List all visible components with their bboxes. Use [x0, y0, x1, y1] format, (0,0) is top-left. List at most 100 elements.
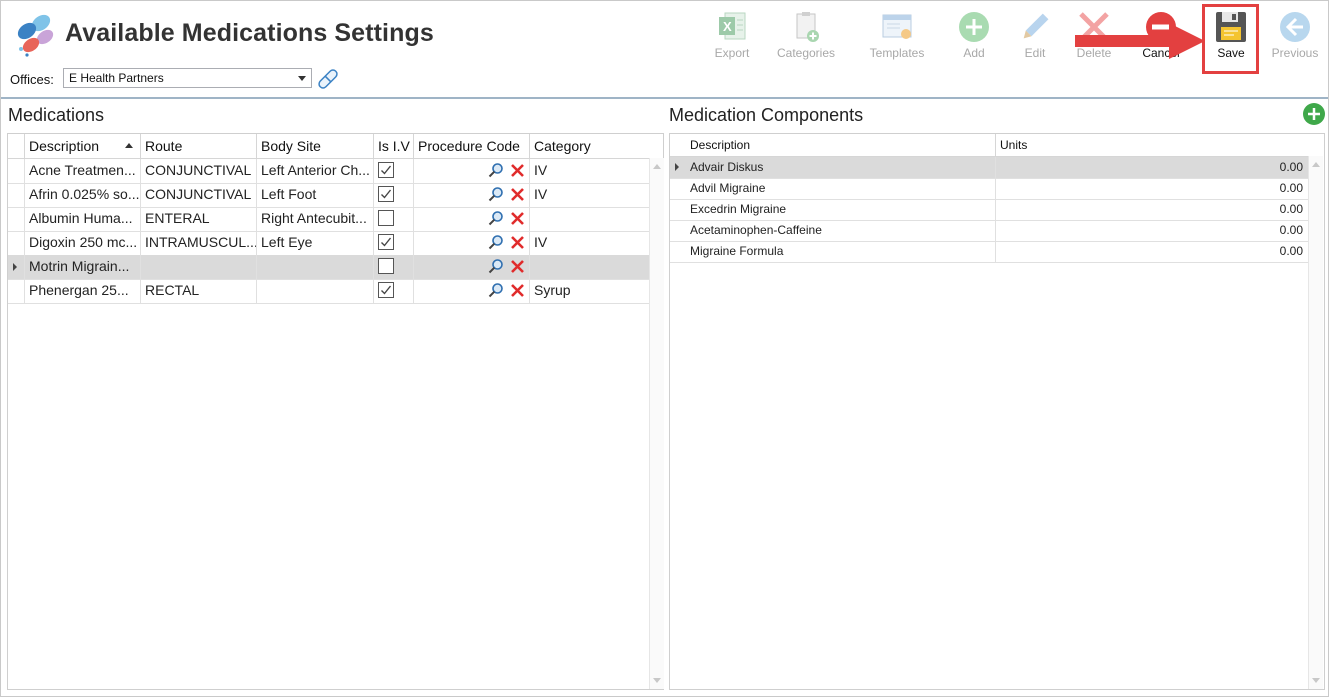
cell-units[interactable]: 0.00 — [996, 157, 1308, 178]
row-indicator — [8, 279, 25, 303]
cell-category[interactable]: IV — [530, 183, 649, 207]
cell-body-site[interactable] — [257, 255, 374, 279]
remove-x-icon[interactable] — [510, 163, 525, 178]
column-header-category[interactable]: Category — [530, 134, 649, 158]
cell-body-site[interactable]: Left Eye — [257, 231, 374, 255]
scroll-up-icon[interactable] — [653, 164, 661, 169]
cell-component-description[interactable]: Advair Diskus — [686, 157, 996, 178]
column-header-is-iv[interactable]: Is I.V — [374, 134, 414, 158]
cell-is-iv — [374, 279, 414, 303]
cell-body-site[interactable]: Right Antecubit... — [257, 207, 374, 231]
cell-body-site[interactable]: Left Foot — [257, 183, 374, 207]
save-highlight — [1202, 4, 1259, 74]
cell-units[interactable]: 0.00 — [996, 199, 1308, 220]
remove-x-icon[interactable] — [510, 283, 525, 298]
cell-description[interactable]: Phenergan 25... — [25, 279, 141, 303]
cell-units[interactable]: 0.00 — [996, 220, 1308, 241]
medications-scrollbar[interactable] — [649, 158, 664, 689]
sort-ascending-icon — [125, 143, 133, 148]
procedure-search-icon[interactable] — [488, 210, 504, 226]
current-row-icon — [13, 263, 17, 271]
cell-description[interactable]: Digoxin 250 mc... — [25, 231, 141, 255]
cell-component-description[interactable]: Excedrin Migraine — [686, 199, 996, 220]
table-row[interactable]: Albumin Huma... ENTERAL Right Antecubit... — [8, 207, 649, 232]
is-iv-checkbox[interactable] — [378, 282, 394, 298]
templates-button[interactable]: Templates — [865, 7, 929, 69]
column-header-procedure-code[interactable]: Procedure Code — [414, 134, 530, 158]
cell-category[interactable] — [530, 207, 649, 231]
is-iv-checkbox[interactable] — [378, 234, 394, 250]
list-item[interactable]: Advair Diskus 0.00 — [670, 157, 1308, 179]
cell-component-description[interactable]: Acetaminophen-Caffeine — [686, 220, 996, 241]
table-row[interactable]: Phenergan 25... RECTAL Syrup — [8, 279, 649, 304]
export-button[interactable]: X Export — [700, 7, 764, 69]
cell-is-iv — [374, 231, 414, 255]
is-iv-checkbox[interactable] — [378, 186, 394, 202]
list-item[interactable]: Advil Migraine 0.00 — [670, 178, 1308, 200]
cell-route[interactable]: ENTERAL — [141, 207, 257, 231]
remove-x-icon[interactable] — [510, 259, 525, 274]
components-title: Medication Components — [669, 105, 864, 125]
cell-route[interactable]: CONJUNCTIVAL — [141, 159, 257, 183]
previous-label: Previous — [1271, 46, 1319, 60]
edit-button[interactable]: Edit — [1003, 7, 1067, 69]
add-label: Add — [963, 46, 985, 60]
cell-description[interactable]: Acne Treatmen... — [25, 159, 141, 183]
cell-description[interactable]: Motrin Migrain... — [25, 255, 141, 279]
table-row[interactable]: Digoxin 250 mc... INTRAMUSCUL... Left Eye I… — [8, 231, 649, 256]
procedure-search-icon[interactable] — [488, 258, 504, 274]
scroll-down-icon[interactable] — [1312, 678, 1320, 683]
column-header-units[interactable]: Units — [996, 134, 1308, 156]
column-header-component-description[interactable]: Description — [670, 134, 996, 156]
is-iv-checkbox[interactable] — [378, 162, 394, 178]
remove-x-icon[interactable] — [510, 187, 525, 202]
components-scrollbar[interactable] — [1308, 156, 1323, 689]
components-header: Description Units — [670, 134, 1308, 157]
checkmark-icon — [381, 237, 392, 247]
cell-category[interactable]: IV — [530, 231, 649, 255]
cell-route[interactable]: CONJUNCTIVAL — [141, 183, 257, 207]
cell-category[interactable]: IV — [530, 159, 649, 183]
procedure-search-icon[interactable] — [488, 234, 504, 250]
remove-x-icon[interactable] — [510, 235, 525, 250]
cell-category[interactable] — [530, 255, 649, 279]
cell-route[interactable]: RECTAL — [141, 279, 257, 303]
table-row[interactable]: Acne Treatmen... CONJUNCTIVAL Left Anterio… — [8, 159, 649, 184]
add-component-icon[interactable] — [1302, 102, 1326, 126]
categories-button[interactable]: Categories — [774, 7, 838, 69]
procedure-search-icon[interactable] — [488, 186, 504, 202]
cell-component-description[interactable]: Migraine Formula — [686, 241, 996, 262]
add-button[interactable]: Add — [942, 7, 1006, 69]
table-row[interactable]: Motrin Migrain... — [8, 255, 649, 280]
checkmark-icon — [381, 189, 392, 199]
previous-button[interactable]: Previous — [1263, 7, 1327, 69]
cell-units[interactable]: 0.00 — [996, 178, 1308, 199]
column-header-description[interactable]: Description — [25, 134, 141, 158]
cell-body-site[interactable] — [257, 279, 374, 303]
chevron-down-icon[interactable] — [298, 76, 306, 81]
cell-category[interactable]: Syrup — [530, 279, 649, 303]
remove-x-icon[interactable] — [510, 211, 525, 226]
is-iv-checkbox[interactable] — [378, 210, 394, 226]
edit-office-icon[interactable] — [314, 65, 342, 93]
add-icon — [959, 12, 989, 42]
cell-body-site[interactable]: Left Anterior Ch... — [257, 159, 374, 183]
table-row[interactable]: Afrin 0.025% so... CONJUNCTIVAL Left Foot I… — [8, 183, 649, 208]
list-item[interactable]: Migraine Formula 0.00 — [670, 241, 1308, 263]
list-item[interactable]: Acetaminophen-Caffeine 0.00 — [670, 220, 1308, 242]
procedure-search-icon[interactable] — [488, 162, 504, 178]
scroll-down-icon[interactable] — [653, 678, 661, 683]
procedure-search-icon[interactable] — [488, 282, 504, 298]
cell-units[interactable]: 0.00 — [996, 241, 1308, 262]
offices-dropdown[interactable]: E Health Partners — [63, 68, 312, 88]
cell-description[interactable]: Afrin 0.025% so... — [25, 183, 141, 207]
column-header-route[interactable]: Route — [141, 134, 257, 158]
scroll-up-icon[interactable] — [1312, 162, 1320, 167]
cell-component-description[interactable]: Advil Migraine — [686, 178, 996, 199]
cell-description[interactable]: Albumin Huma... — [25, 207, 141, 231]
list-item[interactable]: Excedrin Migraine 0.00 — [670, 199, 1308, 221]
cell-route[interactable] — [141, 255, 257, 279]
cell-route[interactable]: INTRAMUSCUL... — [141, 231, 257, 255]
is-iv-checkbox[interactable] — [378, 258, 394, 274]
column-header-body-site[interactable]: Body Site — [257, 134, 374, 158]
